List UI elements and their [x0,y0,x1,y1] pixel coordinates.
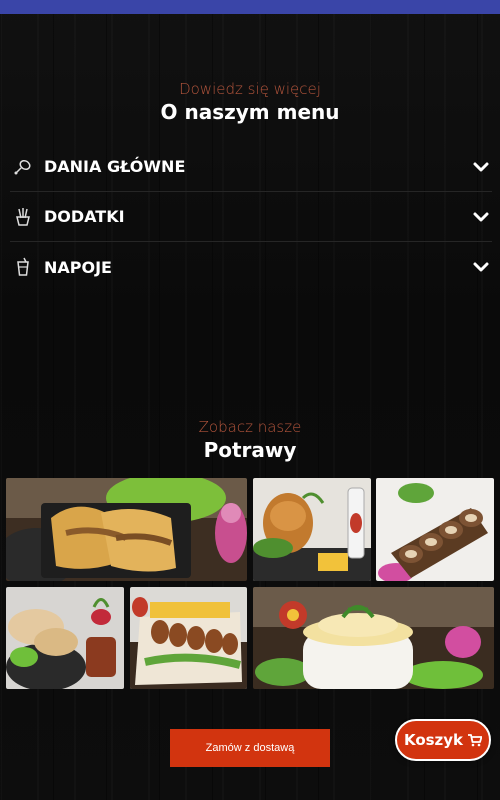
dishes-title: Potrawy [203,438,297,462]
chevron-down-icon[interactable] [472,208,490,226]
cart-icon [468,733,483,746]
cart-button-label: Koszyk [403,731,464,749]
accordion-napoje[interactable]: NAPOJE [10,242,492,292]
chicken-leg-icon [12,156,34,178]
order-delivery-button[interactable]: Zamów z dostawą [170,729,330,767]
accordion-dania-glowne[interactable]: DANIA GŁÓWNE [10,142,492,192]
status-bar [0,0,500,14]
chevron-down-icon[interactable] [472,258,490,276]
accordion-label: NAPOJE [44,257,112,277]
fries-icon [12,206,34,228]
mashed-potatoes-photo[interactable] [253,587,494,689]
skewers-fries-photo[interactable] [130,587,247,689]
dishes-subtitle: Zobacz nasze [198,418,302,436]
accordion-dodatki[interactable]: DODATKI [10,192,492,242]
roast-chicken-photo[interactable] [253,478,371,581]
cart-button[interactable]: Koszyk [395,719,491,761]
accordion-label: DANIA GŁÓWNE [44,157,186,176]
accordion-label: DODATKI [44,207,125,226]
burrito-dish-photo[interactable] [6,478,247,581]
chevron-down-icon[interactable] [472,158,490,176]
drink-cup-icon [12,256,34,278]
wraps-photo[interactable] [6,587,124,689]
pancake-rolls-photo[interactable] [376,478,494,581]
menu-title: O naszym menu [160,100,340,124]
menu-subtitle: Dowiedz się więcej [179,80,321,98]
